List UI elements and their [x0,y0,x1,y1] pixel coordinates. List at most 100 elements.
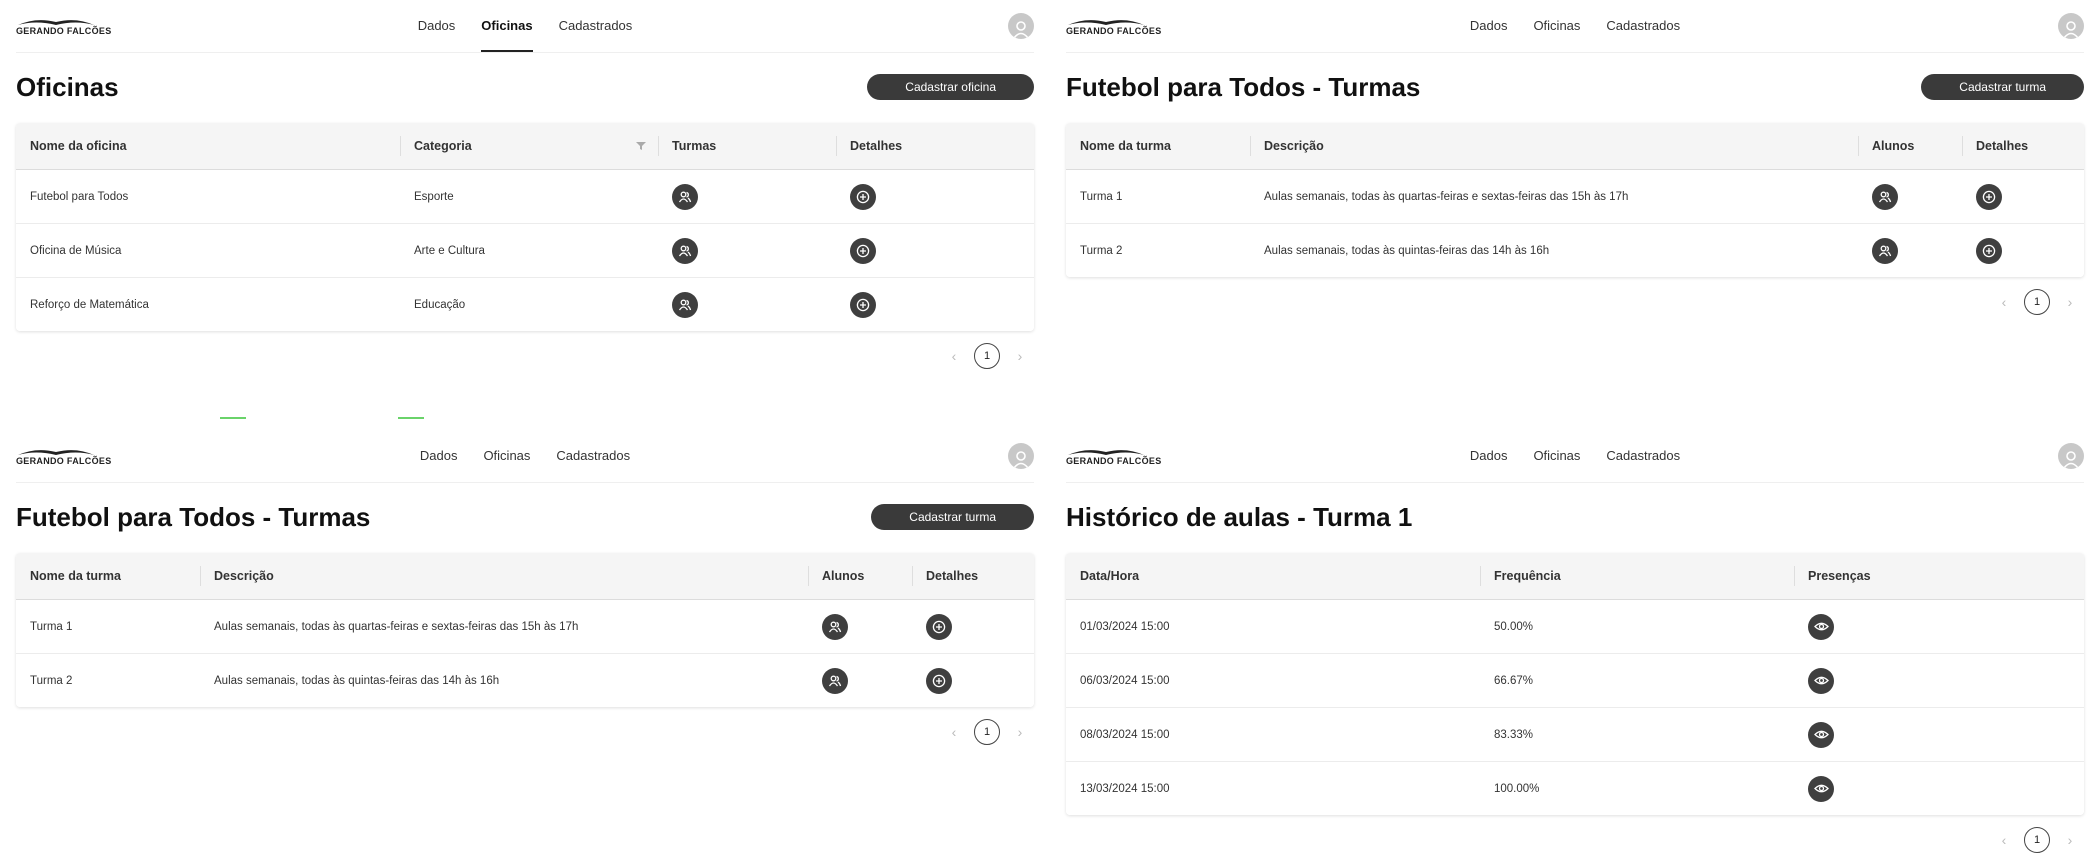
pagination: ‹ 1 › [16,719,1034,745]
add-class-button[interactable]: Cadastrar turma [871,504,1034,530]
nav-oficinas[interactable]: Oficinas [481,0,533,52]
lesson-frequency: 66.67% [1494,674,1534,687]
chevron-left-icon[interactable]: ‹ [1994,294,2014,310]
page-number[interactable]: 1 [974,719,1000,745]
col-header-details: Detalhes [836,123,1034,169]
table-header: Data/Hora Frequência Presenças [1066,553,2084,600]
decorative-mark [220,417,246,419]
nav-dados[interactable]: Dados [420,430,458,482]
view-attendance-button[interactable] [1808,613,1834,640]
details-button[interactable] [850,237,876,264]
user-avatar[interactable] [1008,13,1034,39]
nav-cadastrados[interactable]: Cadastrados [1606,430,1680,482]
students-cell [1858,170,1962,223]
users-icon [1878,191,1892,202]
app-header: GERANDO FALCÕES Dados Oficinas Cadastrad… [16,0,1034,53]
class-description: Aulas semanais, todas às quartas-feiras … [214,620,579,633]
pagination: ‹ 1 › [1066,289,2084,315]
view-students-button[interactable] [1872,237,1898,264]
nav-dados[interactable]: Dados [1470,0,1508,52]
brand-logo[interactable]: GERANDO FALCÕES [1066,16,1176,36]
col-header-name: Nome da turma [1080,139,1171,153]
page-title: Futebol para Todos - Turmas [16,501,371,532]
page-number[interactable]: 1 [974,343,1000,369]
classes-table: Nome da turma Descrição Alunos Detalhes … [1066,123,2084,277]
chevron-right-icon[interactable]: › [1010,724,1030,740]
nav-dados[interactable]: Dados [1470,430,1508,482]
chevron-right-icon[interactable]: › [2060,294,2080,310]
nav-cadastrados[interactable]: Cadastrados [559,0,633,52]
page-number[interactable]: 1 [2024,827,2050,853]
details-button[interactable] [850,183,876,210]
add-class-button[interactable]: Cadastrar turma [1921,74,2084,100]
filter-icon[interactable] [636,141,646,151]
details-button[interactable] [1976,183,2002,210]
brand-logo[interactable]: GERANDO FALCÕES [1066,446,1176,466]
nav-cadastrados[interactable]: Cadastrados [1606,0,1680,52]
chevron-left-icon[interactable]: ‹ [944,724,964,740]
col-header-students: Alunos [1858,123,1962,169]
brand-logo[interactable]: GERANDO FALCÕES [16,446,126,466]
plus-circle-icon [856,244,870,257]
main-nav: Dados Oficinas Cadastrados [16,430,1034,482]
chevron-right-icon[interactable]: › [1010,348,1030,364]
table-row: 13/03/2024 15:00 100.00% [1066,762,2084,815]
view-classes-button[interactable] [672,183,698,210]
col-header-frequency: Frequência [1480,553,1794,599]
view-attendance-button[interactable] [1808,667,1834,694]
nav-cadastrados[interactable]: Cadastrados [556,430,630,482]
logo-text: GERANDO FALCÕES [16,456,112,466]
user-avatar[interactable] [2058,443,2084,469]
view-students-button[interactable] [822,613,848,640]
chevron-left-icon[interactable]: ‹ [944,348,964,364]
nav-oficinas[interactable]: Oficinas [1533,0,1580,52]
class-name: Turma 1 [1080,190,1123,203]
view-classes-button[interactable] [672,237,698,264]
view-attendance-button[interactable] [1808,721,1834,748]
details-button[interactable] [850,291,876,318]
classes-cell [658,278,836,331]
col-header-datetime: Data/Hora [1080,569,1140,583]
details-button[interactable] [1976,237,2002,264]
history-screen: GERANDO FALCÕES Dados Oficinas Cadastrad… [1050,430,2100,860]
add-workshop-button[interactable]: Cadastrar oficina [867,74,1034,100]
table-row: Turma 2 Aulas semanais, todas às quintas… [1066,224,2084,277]
users-icon [678,299,692,310]
view-classes-button[interactable] [672,291,698,318]
view-attendance-button[interactable] [1808,775,1834,802]
logo-text: GERANDO FALCÕES [1066,456,1162,466]
user-avatar[interactable] [2058,13,2084,39]
nav-dados[interactable]: Dados [418,0,456,52]
table-row: Turma 1 Aulas semanais, todas às quartas… [16,600,1034,654]
students-cell [808,600,912,653]
details-button[interactable] [926,613,952,640]
lesson-frequency: 83.33% [1494,728,1534,741]
brand-logo[interactable]: GERANDO FALCÕES [16,16,126,36]
class-description: Aulas semanais, todas às quintas-feiras … [1264,244,1550,257]
table-header: Nome da turma Descrição Alunos Detalhes [1066,123,2084,170]
nav-oficinas[interactable]: Oficinas [483,430,530,482]
user-avatar[interactable] [1008,443,1034,469]
details-button[interactable] [926,667,952,694]
users-icon [678,191,692,202]
col-header-name: Nome da turma [30,569,121,583]
nav-oficinas[interactable]: Oficinas [1533,430,1580,482]
col-header-name: Nome da oficina [30,139,127,153]
col-header-details: Detalhes [912,553,1034,599]
table-row: Oficina de Música Arte e Cultura [16,224,1034,278]
view-students-button[interactable] [822,667,848,694]
view-students-button[interactable] [1872,183,1898,210]
class-name: Turma 2 [1080,244,1123,257]
class-description: Aulas semanais, todas às quartas-feiras … [1264,190,1629,203]
col-header-category: Categoria [400,123,658,169]
chevron-left-icon[interactable]: ‹ [1994,832,2014,848]
chevron-right-icon[interactable]: › [2060,832,2080,848]
logo-text: GERANDO FALCÕES [16,26,112,36]
title-row: Futebol para Todos - Turmas Cadastrar tu… [1066,69,2084,105]
attendance-cell [1794,654,2084,707]
decorative-mark [398,417,424,419]
logo-text: GERANDO FALCÕES [1066,26,1162,36]
workshop-name: Futebol para Todos [30,190,129,203]
page-number[interactable]: 1 [2024,289,2050,315]
col-header-attendance: Presenças [1794,553,2084,599]
